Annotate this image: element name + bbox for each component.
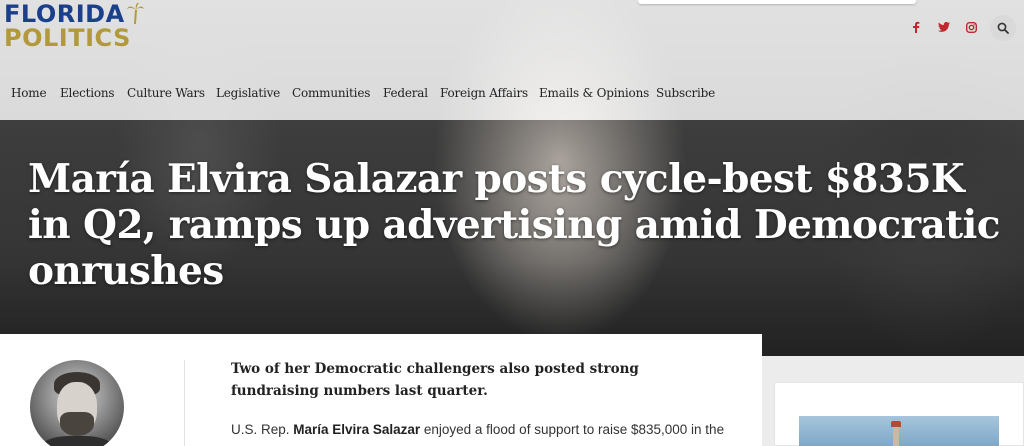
avatar-beard [60,412,94,436]
logo-line2: POLITICS [4,24,131,52]
search-dropdown-edge [638,0,916,4]
facebook-icon[interactable] [911,18,921,36]
body-name: María Elvira Salazar [293,422,421,437]
article-body-paragraph: U.S. Rep. María Elvira Salazar enjoyed a… [231,420,731,440]
body-prefix: U.S. Rep. [231,422,294,437]
site-header [0,0,1024,120]
article-headline: María Elvira Salazar posts cycle-best $8… [28,156,1001,294]
nav-item-home[interactable]: Home [11,84,47,102]
author-avatar[interactable] [30,360,124,446]
sidebar-image-flag [891,421,901,427]
search-icon [997,22,1009,34]
body-rest: enjoyed a flood of support to raise $835… [420,422,725,437]
nav-item-elections[interactable]: Elections [60,84,115,102]
palm-tree-icon [127,2,144,24]
instagram-icon[interactable] [964,18,978,36]
byline-divider [184,360,185,446]
nav-item-foreign-affairs[interactable]: Foreign Affairs [440,84,528,102]
nav-item-subscribe[interactable]: Subscribe [656,84,715,102]
sidebar-image-building [893,426,899,446]
nav-item-legislative[interactable]: Legislative [216,84,280,102]
article-subhead: Two of her Democratic challengers also p… [231,361,639,399]
search-button[interactable] [990,15,1016,41]
site-logo[interactable]: FLORIDA POLITICS [4,2,144,50]
nav-item-communities[interactable]: Communities [292,84,370,102]
nav-item-federal[interactable]: Federal [383,84,428,102]
logo-line1: FLORIDA [4,0,125,28]
twitter-icon[interactable] [937,18,951,36]
nav-item-emails-opinions[interactable]: Emails & Opinions [539,84,649,102]
main-nav: Home Elections Culture Wars Legislative … [0,84,740,102]
avatar-body [40,436,114,446]
nav-item-culture-wars[interactable]: Culture Wars [127,84,205,102]
